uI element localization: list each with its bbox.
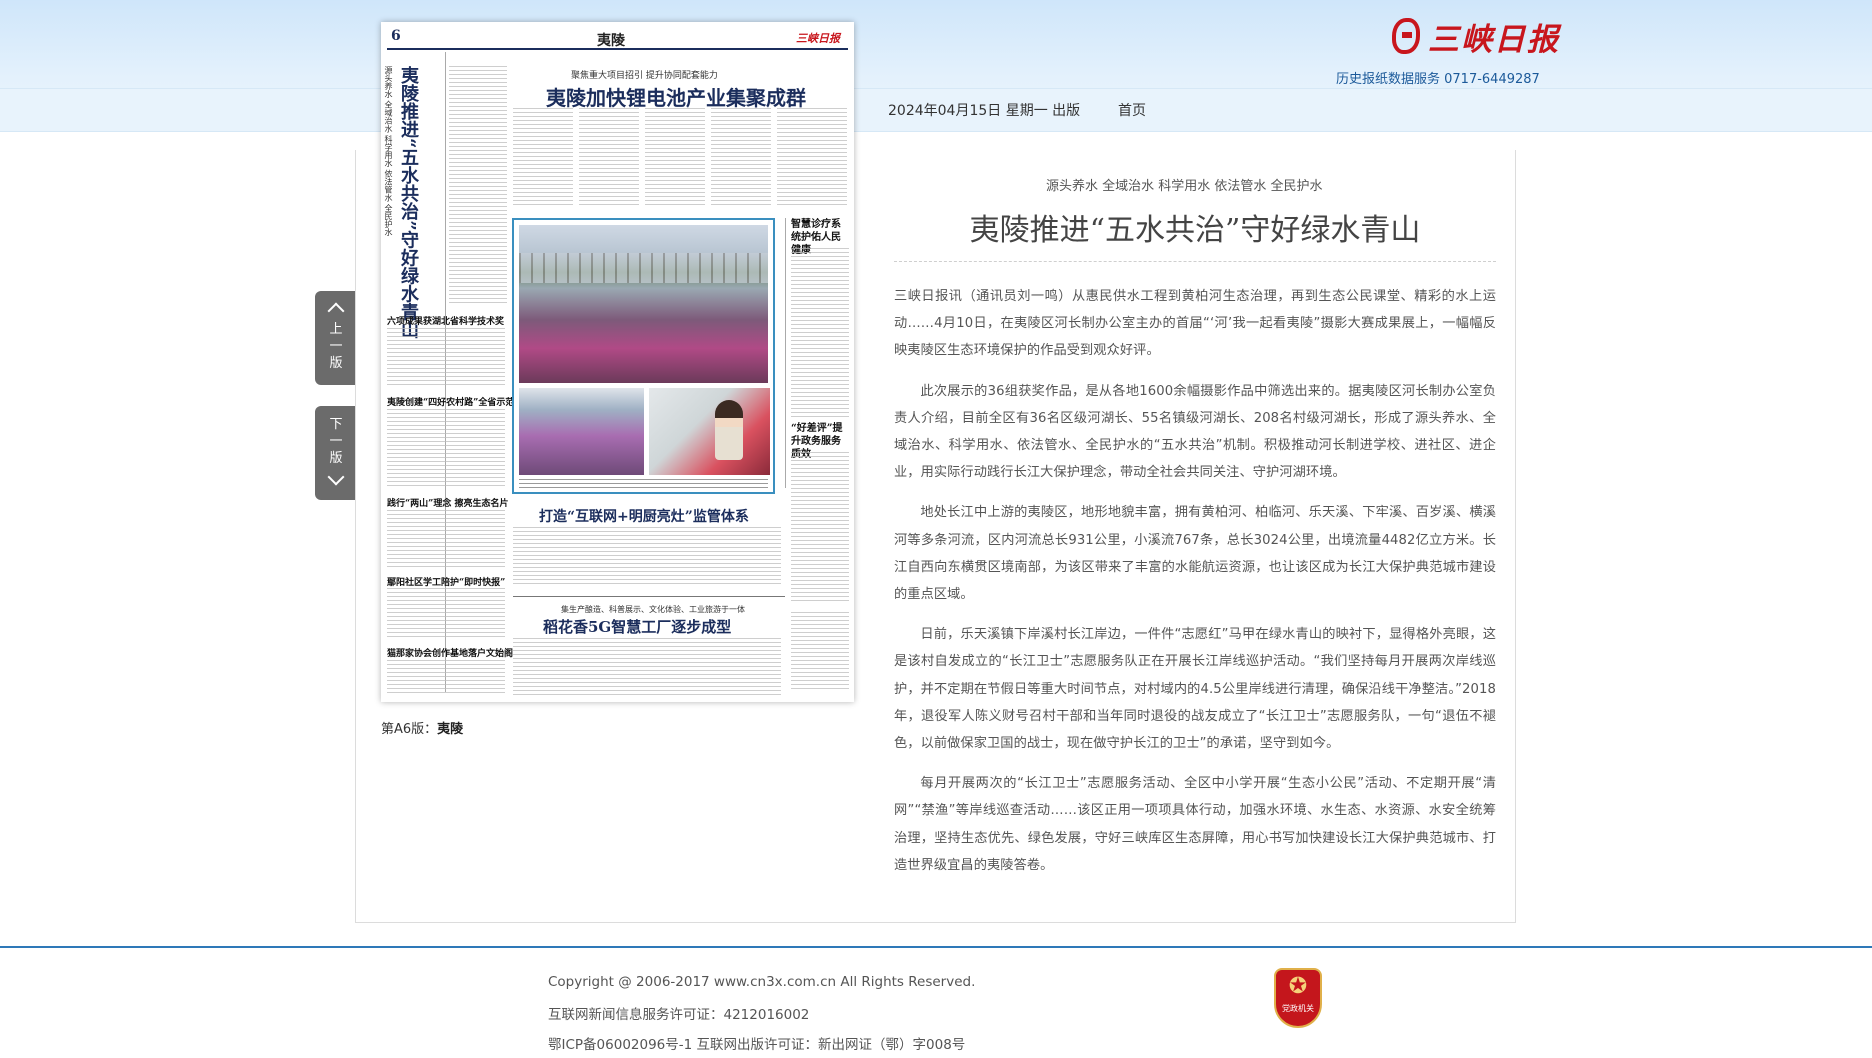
- footer-divider: [0, 946, 1872, 948]
- photo-box: [512, 218, 775, 494]
- photo-caption: [519, 479, 768, 489]
- vertical-headline[interactable]: 夷陵推进“五水共治”守好绿水青山: [397, 66, 419, 339]
- text-block: [387, 328, 505, 388]
- text-block: [513, 638, 781, 696]
- article-body: 三峡日报讯（通讯员刘一鸣）从惠民供水工程到黄柏河生态治理，再到生态公民课堂、精彩…: [894, 283, 1496, 892]
- article-paragraph: 每月开展两次的“长江卫士”志愿服务活动、全区中小学开展“生态小公民”活动、不定期…: [894, 776, 1496, 873]
- column-rule: [785, 218, 786, 488]
- text-block: [513, 527, 781, 587]
- article-title: 夷陵推进“五水共治”守好绿水青山: [969, 213, 1421, 248]
- lead-headline[interactable]: 夷陵加快锂电池产业集聚成群: [546, 82, 806, 111]
- worker-photo: [649, 388, 770, 475]
- masthead-mini: 三峡日报: [796, 32, 840, 45]
- text-block: [387, 409, 505, 489]
- footer-license: 互联网新闻信息服务许可证：4212016002: [548, 1007, 810, 1023]
- badge-text: 党政机关: [1282, 1004, 1314, 1013]
- article-paragraph: 此次展示的36组获奖作品，是从各地1600余幅摄影作品中筛选出来的。据夷陵区河长…: [894, 383, 1496, 481]
- page-number: 6: [391, 28, 401, 44]
- bottom-kicker: 集生产酿造、科普展示、文化体验、工业旅游于一体: [561, 605, 745, 614]
- article-subtitle: 源头养水 全域治水 科学用水 依法管水 全民护水: [1046, 179, 1323, 194]
- page-caption: 第A6版：夷陵: [381, 722, 464, 737]
- chevron-down-icon: [327, 468, 345, 486]
- article-paragraph: 日前，乐天溪镇下岸溪村长江岸边，一件件“志愿红”马甲在绿水青山的映衬下，显得格外…: [894, 627, 1496, 752]
- text-column: [579, 108, 639, 208]
- text-block: [791, 248, 849, 418]
- small-headline[interactable]: 鄢阳社区学工陪护“即时快报”: [387, 575, 505, 588]
- text-block: [387, 510, 505, 570]
- vertical-subhead: 源头养水 全域治水 科学用水 依法管水 全民护水: [384, 66, 393, 237]
- home-link[interactable]: 首页: [1118, 100, 1146, 120]
- mid-headline[interactable]: 打造“互联网+明厨亮灶”监管体系: [539, 506, 749, 526]
- page-caption-section[interactable]: 夷陵: [437, 722, 463, 737]
- text-column: [449, 66, 507, 306]
- small-headline[interactable]: 践行“两山”理念 擦亮生态名片: [387, 496, 509, 509]
- page-header: 6 夷陵 三峡日报: [387, 28, 848, 50]
- greenhouse-photo: [519, 225, 768, 383]
- text-column: [777, 108, 847, 208]
- text-block: [791, 452, 849, 602]
- newspaper-page-image[interactable]: 6 夷陵 三峡日报 聚焦重大项目招引 提升协同配套能力 夷陵加快锂电池产业集聚成…: [381, 22, 854, 702]
- government-badge-icon[interactable]: ✪ 党政机关: [1274, 968, 1322, 1028]
- text-column: [513, 108, 573, 208]
- text-column: [711, 108, 771, 208]
- archive-hotline: 历史报纸数据服务 0717-6449287: [1336, 72, 1540, 87]
- footer-copyright: Copyright @ 2006-2017 www.cn3x.com.cn Al…: [548, 974, 976, 990]
- text-block: [387, 660, 505, 696]
- small-headline[interactable]: 六项成果获湖北省科学技术奖: [387, 314, 504, 327]
- chevron-up-icon: [327, 302, 345, 320]
- issue-date: 2024年04月15日 星期一 出版: [888, 103, 1081, 119]
- article-paragraph: 三峡日报讯（通讯员刘一鸣）从惠民供水工程到黄柏河生态治理，再到生态公民课堂、精彩…: [894, 289, 1496, 359]
- bottom-headline[interactable]: 稻花香5G智慧工厂逐步成型: [543, 616, 731, 637]
- small-headline[interactable]: 夷陵创建“四好农村路”全省示范县: [387, 395, 523, 408]
- flower-field-photo: [519, 388, 644, 475]
- text-block: [387, 588, 505, 640]
- logo-text: 三峡日报: [1428, 21, 1560, 58]
- lead-kicker: 聚焦重大项目招引 提升协同配套能力: [571, 71, 718, 81]
- small-headline[interactable]: 猫那家协会创作基地落户文始阁: [387, 646, 513, 659]
- site-logo[interactable]: 三峡日报: [1392, 14, 1560, 58]
- text-column: [645, 108, 705, 208]
- title-divider: [894, 261, 1496, 262]
- prev-page-button[interactable]: 上 一 版: [315, 291, 357, 385]
- next-page-button[interactable]: 下 一 版: [315, 406, 357, 500]
- logo-mark-icon: [1392, 18, 1420, 54]
- page-section: 夷陵: [597, 33, 625, 49]
- footer-icp[interactable]: 鄂ICP备06002096号-1 互联网出版许可证：新出网证（鄂）字008号: [548, 1033, 965, 1053]
- article-paragraph: 地处长江中上游的夷陵区，地形地貌丰富，拥有黄柏河、柏临河、乐天溪、下牢溪、百岁溪…: [894, 505, 1496, 603]
- text-block: [791, 612, 849, 692]
- section-rule: [513, 596, 785, 597]
